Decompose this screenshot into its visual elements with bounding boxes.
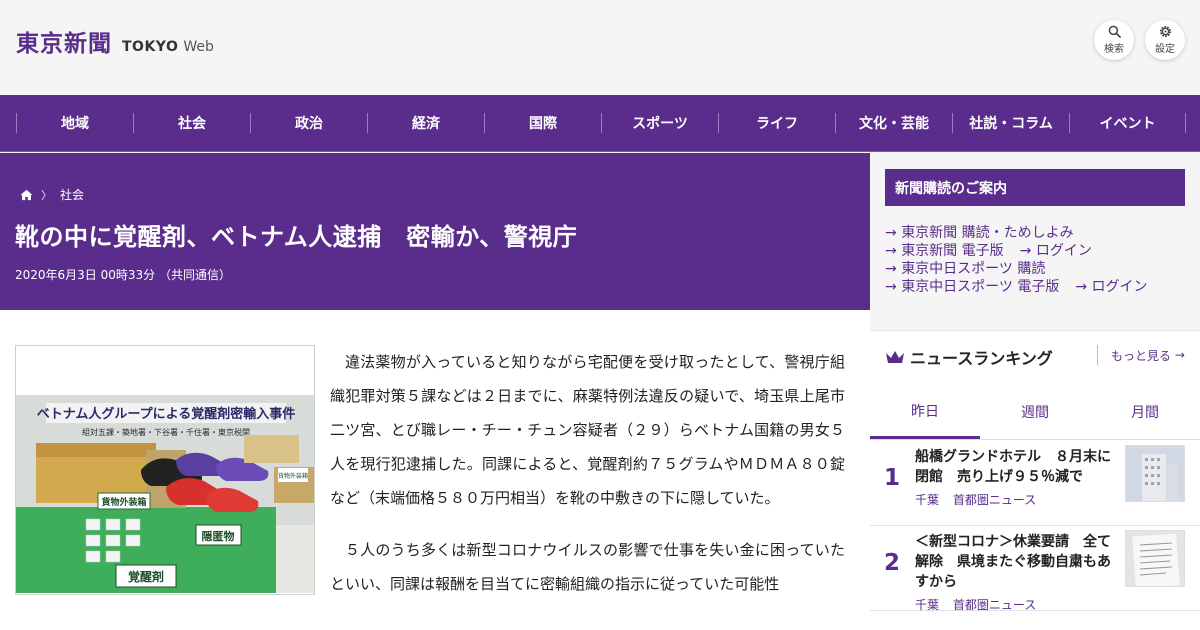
photo-outer-right-label: 貨物外装箱 bbox=[278, 472, 308, 480]
subscription-links: → 東京新聞 購読・ためしよみ → 東京新聞 電子版 → ログイン → 東京中日… bbox=[885, 224, 1185, 296]
article-title: 靴の中に覚醒剤、ベトナム人逮捕 密輸か、警視庁 bbox=[15, 223, 578, 251]
rank-tag[interactable]: 千葉 bbox=[915, 598, 939, 612]
breadcrumb-separator-icon: 〉 bbox=[41, 188, 52, 202]
link-tokyo-login[interactable]: → ログイン bbox=[1020, 242, 1092, 260]
nav-item-sports[interactable]: スポーツ bbox=[601, 113, 718, 133]
arrow-right-icon: → bbox=[1019, 243, 1032, 259]
photo-drug-label: 覚醒剤 bbox=[128, 569, 164, 584]
nav-item-life[interactable]: ライフ bbox=[718, 113, 835, 133]
tab-monthly[interactable]: 月間 bbox=[1090, 385, 1200, 439]
link-tokyo-subscribe[interactable]: → 東京新聞 購読・ためしよみ bbox=[885, 224, 1074, 242]
more-label: もっと見る bbox=[1111, 348, 1172, 363]
arrow-right-icon: → bbox=[885, 261, 897, 277]
settings-label: 設定 bbox=[1155, 44, 1175, 55]
nav-item-society[interactable]: 社会 bbox=[133, 113, 250, 133]
photo-hidden-label: 隠匿物 bbox=[202, 529, 235, 543]
rank-number: 2 bbox=[884, 550, 901, 576]
photo-package-label: 貨物外装箱 bbox=[101, 496, 146, 508]
article-text: 違法薬物が入っていると知りながら宅配便を受け取ったとして、警視庁組織犯罪対策５課… bbox=[330, 345, 845, 601]
subscription-title: 新聞購読のご案内 bbox=[885, 169, 1185, 206]
breadcrumb: 〉 社会 bbox=[20, 186, 84, 203]
ranking-more-link[interactable]: もっと見る → bbox=[1097, 345, 1185, 365]
arrow-right-icon: → bbox=[1075, 279, 1088, 295]
subscription-row: → 東京中日スポーツ 電子版 → ログイン bbox=[885, 278, 1185, 296]
rank-headline: ＜新型コロナ＞休業要請 全て解除 県境またぐ移動自粛もあすから bbox=[915, 534, 1111, 590]
news-ranking: ニュースランキング もっと見る → 昨日 週間 月間 1 船橋グランドホテル ８… bbox=[870, 330, 1200, 630]
nav-item-culture[interactable]: 文化・芸能 bbox=[835, 113, 952, 133]
article-body: ベトナム人グループによる覚醒剤密輸入事件 組対五課・築地署・下谷署・千住署・東京… bbox=[0, 310, 870, 630]
subscription-box: 新聞購読のご案内 → 東京新聞 購読・ためしよみ → 東京新聞 電子版 → ログ… bbox=[885, 169, 1185, 296]
link-tokyo-digital[interactable]: → 東京新聞 電子版 bbox=[885, 242, 1004, 260]
home-icon[interactable] bbox=[20, 189, 33, 201]
link-label: 東京新聞 購読・ためしよみ bbox=[901, 225, 1074, 241]
link-label: ログイン bbox=[1091, 279, 1148, 295]
rank-number: 1 bbox=[884, 465, 901, 491]
ranking-tabs: 昨日 週間 月間 bbox=[870, 385, 1200, 440]
ranking-list: 1 船橋グランドホテル ８月末に閉館 売り上げ９５％減で 千葉 首都圏ニュース bbox=[870, 441, 1200, 613]
ranking-item[interactable]: 2 ＜新型コロナ＞休業要請 全て解除 県境またぐ移動自粛もあすから 千葉 首都圏… bbox=[870, 526, 1200, 613]
nav-item-economy[interactable]: 経済 bbox=[367, 113, 484, 133]
rank-tags: 千葉 首都圏ニュース bbox=[915, 596, 1046, 613]
tab-yesterday[interactable]: 昨日 bbox=[870, 385, 980, 439]
subscription-row: → 東京新聞 電子版 → ログイン bbox=[885, 242, 1185, 260]
gear-icon bbox=[1159, 26, 1171, 37]
rank-tags: 千葉 首都圏ニュース bbox=[915, 491, 1046, 508]
article-header: 〉 社会 靴の中に覚醒剤、ベトナム人逮捕 密輸か、警視庁 2020年6月3日 0… bbox=[0, 153, 870, 310]
subscription-row: → 東京新聞 購読・ためしよみ bbox=[885, 224, 1185, 242]
breadcrumb-section-link[interactable]: 社会 bbox=[60, 186, 84, 203]
logo-web: Web bbox=[183, 39, 214, 55]
link-label: 東京新聞 電子版 bbox=[901, 243, 1004, 259]
site-logo[interactable]: 東京新聞 TOKYO Web bbox=[16, 24, 214, 58]
nav-item-events[interactable]: イベント bbox=[1069, 113, 1186, 133]
rank-tag[interactable]: 千葉 bbox=[915, 493, 939, 507]
crown-icon bbox=[886, 351, 904, 363]
arrow-right-icon: → bbox=[1174, 348, 1185, 362]
main-nav: 地域 社会 政治 経済 国際 スポーツ ライフ 文化・芸能 社説・コラム イベン… bbox=[0, 95, 1200, 152]
ranking-header: ニュースランキング bbox=[885, 345, 1053, 369]
link-label: 東京中日スポーツ 購読 bbox=[901, 261, 1046, 277]
arrow-right-icon: → bbox=[885, 225, 897, 241]
rank-tag[interactable]: 首都圏ニュース bbox=[953, 493, 1036, 507]
ranking-title: ニュースランキング bbox=[910, 349, 1053, 368]
link-chunichi-login[interactable]: → ログイン bbox=[1075, 278, 1147, 296]
nav-item-politics[interactable]: 政治 bbox=[250, 113, 367, 133]
arrow-right-icon: → bbox=[885, 279, 897, 295]
site-header: 東京新聞 TOKYO Web 検索 設定 bbox=[0, 0, 1200, 95]
tab-weekly[interactable]: 週間 bbox=[980, 385, 1090, 439]
arrow-right-icon: → bbox=[885, 243, 897, 259]
rank-headline: 船橋グランドホテル ８月末に閉館 売り上げ９５％減で bbox=[915, 449, 1111, 485]
search-button[interactable]: 検索 bbox=[1094, 20, 1134, 60]
logo-tokyo: TOKYO bbox=[122, 39, 179, 55]
photo-sub-text: 組対五課・築地署・下谷署・千住署・東京税関 bbox=[82, 427, 250, 437]
nav-item-editorial[interactable]: 社説・コラム bbox=[952, 113, 1069, 133]
article-paragraph: 違法薬物が入っていると知りながら宅配便を受け取ったとして、警視庁組織犯罪対策５課… bbox=[330, 353, 845, 507]
link-chunichi-subscribe[interactable]: → 東京中日スポーツ 購読 bbox=[885, 260, 1045, 278]
sidebar: 新聞購読のご案内 → 東京新聞 購読・ためしよみ → 東京新聞 電子版 → ログ… bbox=[870, 153, 1200, 630]
photo-banner-text: ベトナム人グループによる覚醒剤密輸入事件 bbox=[37, 406, 295, 422]
search-icon bbox=[1108, 25, 1121, 38]
ranking-item[interactable]: 1 船橋グランドホテル ８月末に閉館 売り上げ９５％減で 千葉 首都圏ニュース bbox=[870, 441, 1200, 526]
link-label: 東京中日スポーツ 電子版 bbox=[901, 279, 1060, 295]
article-photo: ベトナム人グループによる覚醒剤密輸入事件 組対五課・築地署・下谷署・千住署・東京… bbox=[16, 395, 314, 593]
logo-kanji: 東京新聞 bbox=[16, 30, 112, 57]
link-label: ログイン bbox=[1035, 243, 1092, 259]
article-photo-frame[interactable]: ベトナム人グループによる覚醒剤密輸入事件 組対五課・築地署・下谷署・千住署・東京… bbox=[15, 345, 315, 595]
subscription-row: → 東京中日スポーツ 購読 bbox=[885, 260, 1185, 278]
rank-tag[interactable]: 首都圏ニュース bbox=[953, 598, 1036, 612]
nav-item-international[interactable]: 国際 bbox=[484, 113, 601, 133]
link-chunichi-digital[interactable]: → 東京中日スポーツ 電子版 bbox=[885, 278, 1059, 296]
rank-thumbnail bbox=[1125, 530, 1185, 587]
nav-item-region[interactable]: 地域 bbox=[16, 113, 133, 133]
settings-button[interactable]: 設定 bbox=[1145, 20, 1185, 60]
rank-thumbnail bbox=[1125, 445, 1185, 502]
article-paragraph: ５人のうち多くは新型コロナウイルスの影響で仕事を失い金に困っていたといい、同課は… bbox=[330, 541, 845, 593]
article-meta: 2020年6月3日 00時33分 （共同通信） bbox=[15, 268, 231, 282]
search-label: 検索 bbox=[1104, 44, 1124, 55]
